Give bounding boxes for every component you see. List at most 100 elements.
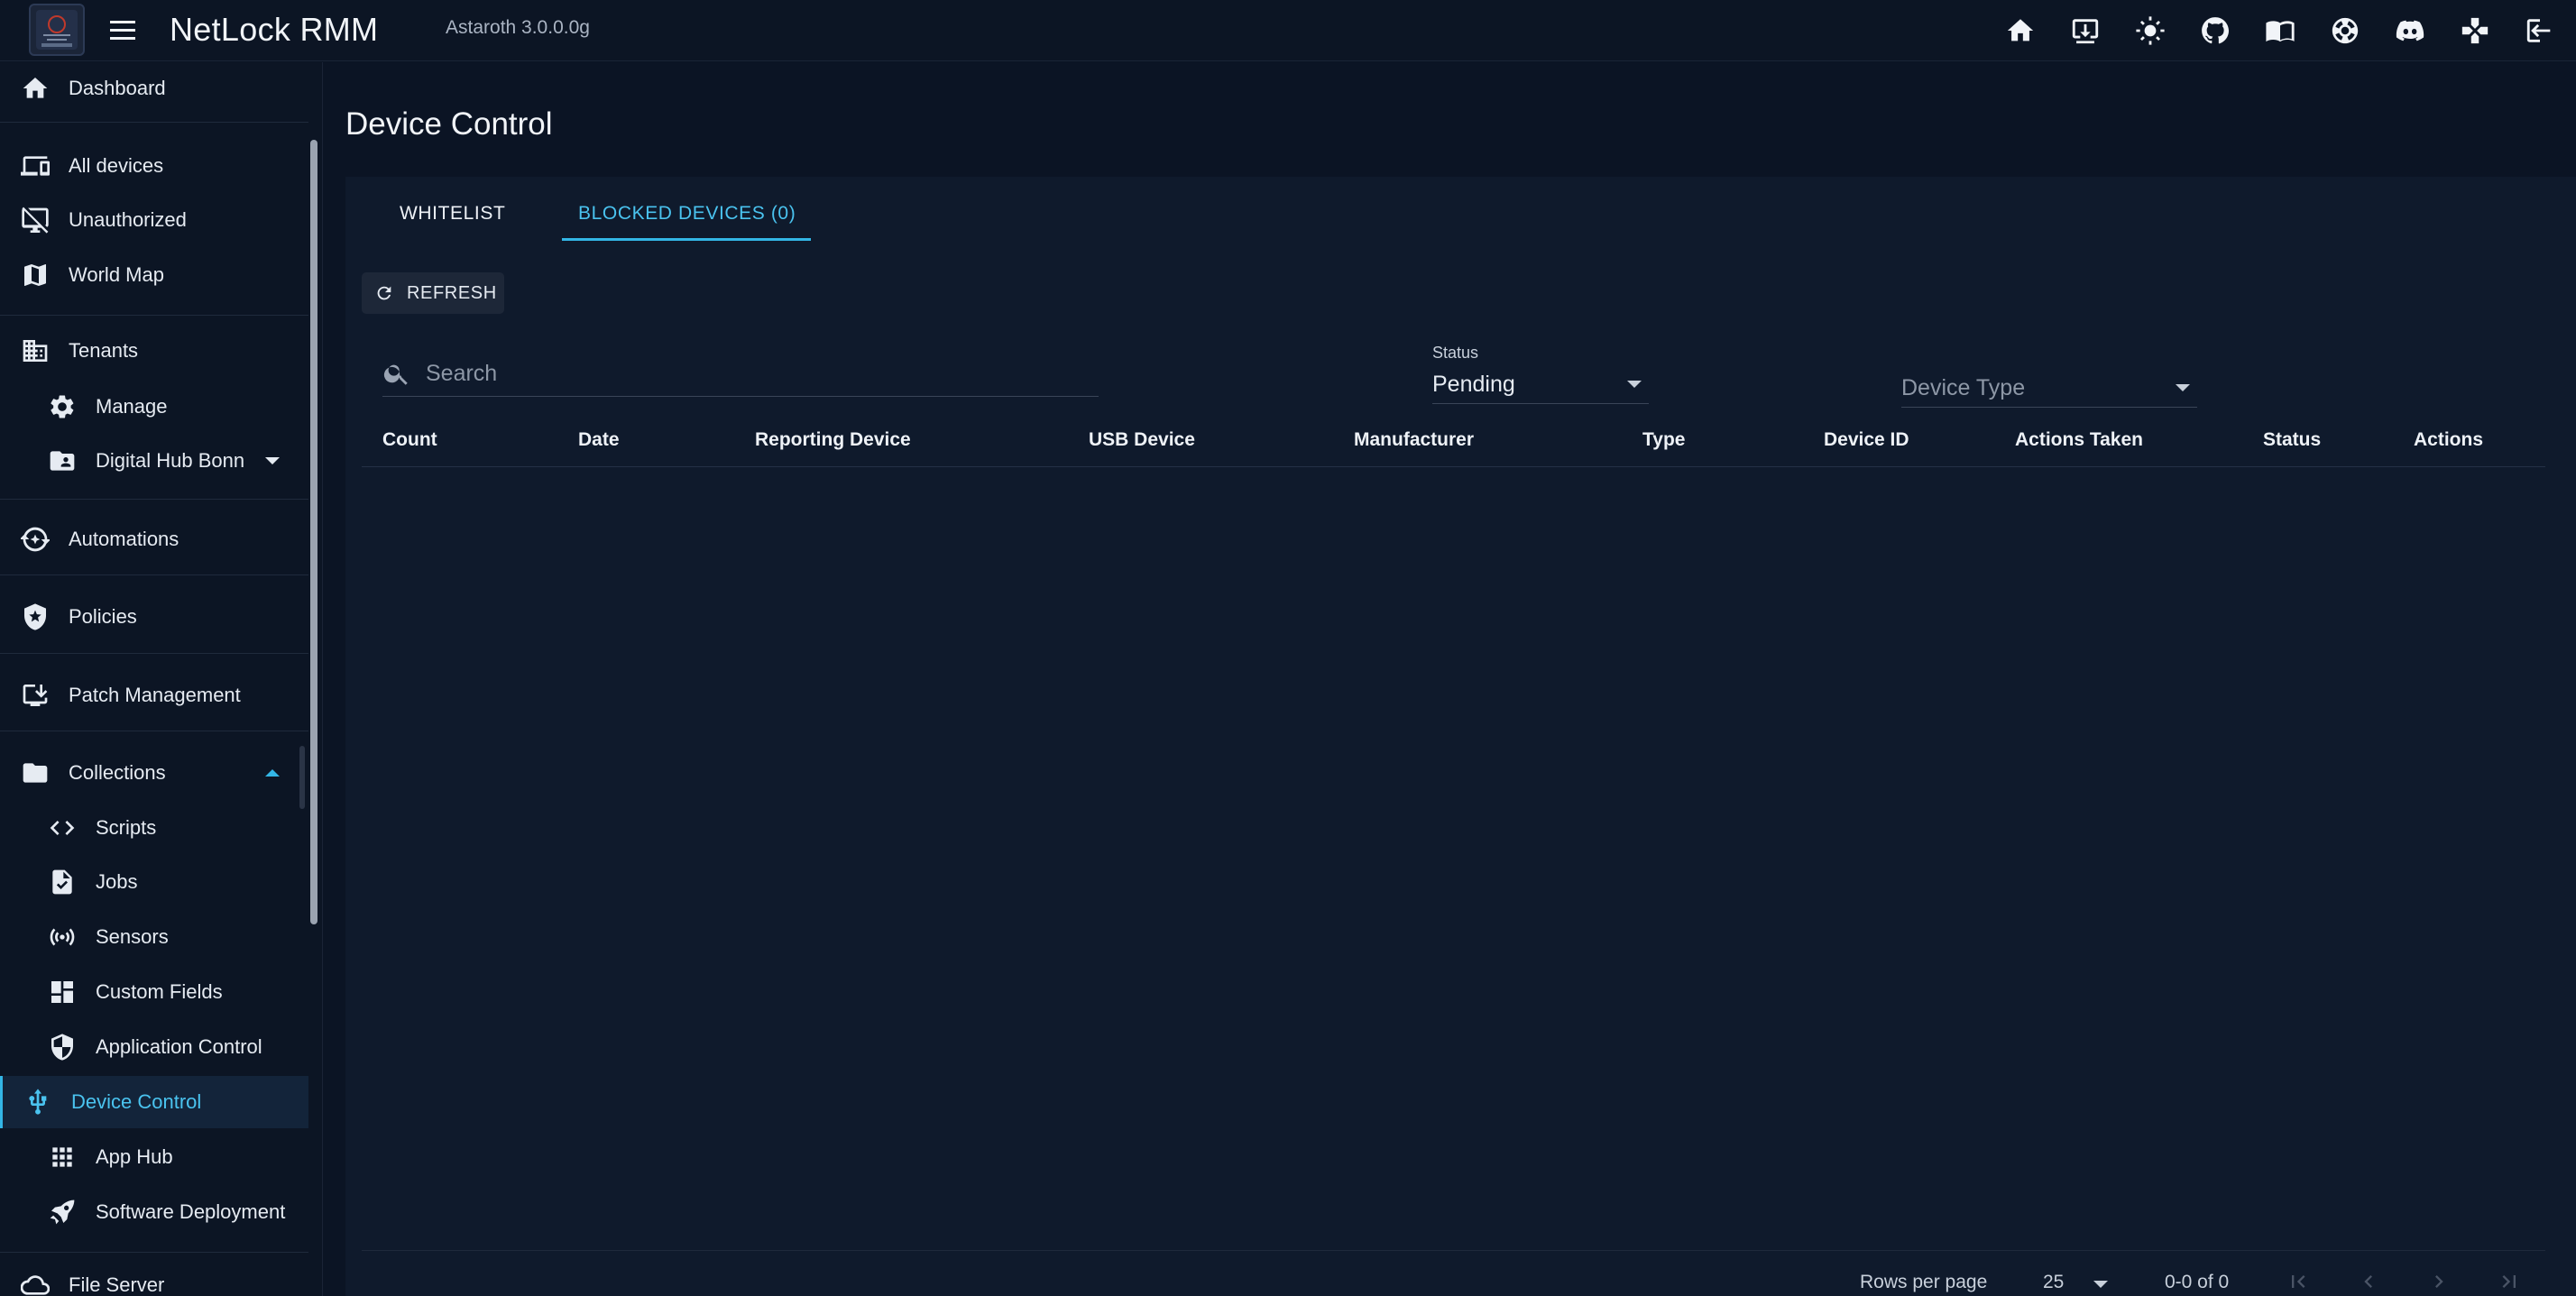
gamepad-icon[interactable] xyxy=(2455,11,2495,51)
menu-toggle-button[interactable] xyxy=(105,13,141,49)
column-header-actions[interactable]: Actions xyxy=(2414,429,2483,451)
column-header-reporting-device[interactable]: Reporting Device xyxy=(755,429,911,451)
discord-icon[interactable] xyxy=(2390,11,2430,51)
search-icon xyxy=(383,364,408,385)
column-header-device-id[interactable]: Device ID xyxy=(1824,429,1909,451)
active-tab-indicator xyxy=(562,238,811,241)
tab-whitelist[interactable]: WHITELIST xyxy=(400,186,505,242)
page-title: Device Control xyxy=(345,106,553,142)
top-action-icons xyxy=(2001,11,2560,51)
sidebar-item-label: Jobs xyxy=(96,870,138,893)
sidebar-item-app-hub[interactable]: App Hub xyxy=(0,1131,308,1183)
search-input[interactable] xyxy=(426,357,1093,390)
chevron-left-icon xyxy=(2364,1274,2372,1288)
sidebar-item-custom-fields[interactable]: Custom Fields xyxy=(0,966,308,1018)
support-icon[interactable] xyxy=(2325,11,2365,51)
sidebar-item-label: Unauthorized xyxy=(69,208,187,231)
sidebar-item-file-server[interactable]: File Server xyxy=(0,1259,308,1296)
sidebar-scroll-indicator xyxy=(299,746,305,809)
rows-per-page-label: Rows per page xyxy=(1860,1272,1988,1292)
column-header-date[interactable]: Date xyxy=(578,429,620,451)
sidebar-item-label: Application Control xyxy=(96,1035,262,1058)
shield-icon xyxy=(47,1032,78,1062)
sidebar-item-software-deployment[interactable]: Software Deployment xyxy=(0,1186,308,1238)
sidebar-item-jobs[interactable]: Jobs xyxy=(0,856,308,908)
chevron-down-icon xyxy=(2176,384,2190,391)
app-title: NetLock RMM xyxy=(170,11,379,48)
devices-icon xyxy=(20,151,51,181)
chevron-right-icon xyxy=(2435,1274,2443,1288)
home-icon xyxy=(20,73,51,104)
column-header-usb-device[interactable]: USB Device xyxy=(1089,429,1195,451)
dashboard-icon xyxy=(47,977,78,1007)
rows-per-page-select[interactable]: 25 xyxy=(2043,1272,2064,1293)
sidebar-item-label: Policies xyxy=(69,605,137,628)
column-header-manufacturer[interactable]: Manufacturer xyxy=(1354,429,1474,451)
sidebar-item-dashboard[interactable]: Dashboard xyxy=(0,62,308,115)
apps-icon xyxy=(47,1142,78,1172)
column-header-count[interactable]: Count xyxy=(382,429,437,451)
hamburger-icon xyxy=(110,21,135,40)
app-logo[interactable] xyxy=(29,4,85,56)
sidebar-item-label: Tenants xyxy=(69,339,139,362)
column-header-status[interactable]: Status xyxy=(2263,429,2321,451)
sidebar-item-patch-management[interactable]: Patch Management xyxy=(0,669,308,722)
sidebar-item-label: App Hub xyxy=(96,1145,173,1168)
chevron-down-icon[interactable] xyxy=(265,457,280,464)
sidebar-item-label: Patch Management xyxy=(69,684,241,706)
sidebar-item-tenants[interactable]: Tenants xyxy=(0,325,308,377)
next-page-button[interactable] xyxy=(2421,1266,2457,1296)
sidebar-item-label: World Map xyxy=(69,263,164,286)
logout-icon[interactable] xyxy=(2520,11,2560,51)
sidebar-item-device-control[interactable]: Device Control xyxy=(0,1076,308,1128)
status-select[interactable]: Pending xyxy=(1432,364,1649,404)
refresh-button[interactable]: REFRESH xyxy=(362,272,504,314)
column-header-type[interactable]: Type xyxy=(1642,429,1685,451)
docs-icon[interactable] xyxy=(2260,11,2300,51)
sidebar-item-label: Dashboard xyxy=(69,77,166,99)
theme-toggle-icon[interactable] xyxy=(2130,11,2170,51)
refresh-label: REFRESH xyxy=(407,283,497,303)
previous-page-button[interactable] xyxy=(2351,1266,2387,1296)
sidebar-item-policies[interactable]: Policies xyxy=(0,591,308,643)
sidebar-item-automations[interactable]: Automations xyxy=(0,513,308,565)
tab-blocked-devices[interactable]: BLOCKED DEVICES (0) xyxy=(578,186,796,242)
download-icon[interactable] xyxy=(2065,11,2105,51)
sidebar-item-manage[interactable]: Manage xyxy=(0,381,308,433)
sidebar-item-all-devices[interactable]: All devices xyxy=(0,140,308,192)
sidebar-item-scripts[interactable]: Scripts xyxy=(0,802,308,854)
sidebar-item-label: Scripts xyxy=(96,816,157,839)
sidebar-divider xyxy=(0,499,308,500)
column-header-actions-taken[interactable]: Actions Taken xyxy=(2015,429,2143,451)
device-type-placeholder: Device Type xyxy=(1901,375,2026,400)
folder-shared-icon xyxy=(47,446,78,476)
last-page-button[interactable] xyxy=(2491,1266,2527,1296)
home-icon[interactable] xyxy=(2001,11,2040,51)
sidebar-item-label: Collections xyxy=(69,761,166,784)
task-icon xyxy=(47,867,78,897)
sidebar-item-label: Custom Fields xyxy=(96,980,223,1003)
gear-icon xyxy=(47,391,78,422)
sidebar: Dashboard All devices Unauthorized World… xyxy=(0,62,323,1296)
chevron-down-icon xyxy=(1627,381,1642,388)
first-page-button[interactable] xyxy=(2280,1266,2316,1296)
chevron-down-icon[interactable] xyxy=(2093,1281,2108,1288)
rocket-icon xyxy=(47,1197,78,1227)
sidebar-item-label: Software Deployment xyxy=(96,1200,286,1223)
table-footer-divider xyxy=(362,1250,2545,1251)
sidebar-item-digital-hub-bonn[interactable]: Digital Hub Bonn xyxy=(0,435,308,487)
chevron-up-icon[interactable] xyxy=(265,769,280,777)
sidebar-item-application-control[interactable]: Application Control xyxy=(0,1021,308,1073)
github-icon[interactable] xyxy=(2195,11,2235,51)
device-type-select[interactable]: Device Type xyxy=(1901,368,2197,408)
sidebar-item-world-map[interactable]: World Map xyxy=(0,249,308,301)
sidebar-scrollbar[interactable] xyxy=(310,140,317,924)
sidebar-item-sensors[interactable]: Sensors xyxy=(0,911,308,963)
sidebar-item-label: Automations xyxy=(69,528,179,550)
sidebar-item-collections[interactable]: Collections xyxy=(0,747,308,799)
folder-icon xyxy=(20,758,51,788)
sensors-icon xyxy=(47,922,78,952)
sidebar-item-label: Device Control xyxy=(71,1090,202,1113)
sidebar-item-unauthorized[interactable]: Unauthorized xyxy=(0,194,308,246)
sidebar-divider xyxy=(0,1252,308,1253)
